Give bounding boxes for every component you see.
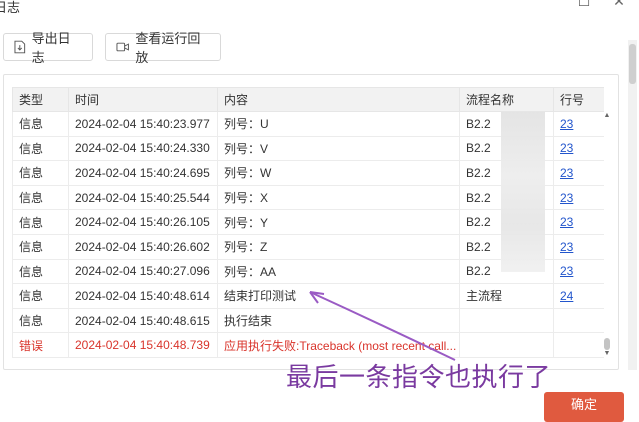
scroll-down-icon[interactable]: ▼ bbox=[603, 350, 611, 358]
cell-line-number bbox=[553, 307, 604, 334]
cell-line-number: 24 bbox=[553, 283, 604, 309]
cell-type: 信息 bbox=[12, 111, 69, 137]
view-replay-button[interactable]: 查看运行回放 bbox=[105, 31, 221, 65]
cell-type: 信息 bbox=[12, 160, 69, 186]
cell-type: 信息 bbox=[12, 184, 69, 211]
title-bar: 日志 ☐ ✕ bbox=[0, 0, 639, 18]
cell-content: 列号：V bbox=[217, 135, 460, 162]
header-type[interactable]: 类型 bbox=[12, 87, 69, 112]
line-number-link[interactable]: 23 bbox=[560, 117, 573, 131]
scrollbar-thumb[interactable] bbox=[604, 338, 610, 350]
cell-line-number: 23 bbox=[553, 209, 604, 235]
cell-flow-name: 主流程 bbox=[459, 283, 554, 309]
header-flow-name[interactable]: 流程名称 bbox=[459, 87, 554, 112]
export-log-button[interactable]: 导出日志 bbox=[3, 31, 93, 65]
scroll-up-icon[interactable]: ▲ bbox=[603, 112, 611, 120]
header-time[interactable]: 时间 bbox=[68, 87, 218, 112]
cell-type: 信息 bbox=[12, 233, 69, 260]
cell-line-number: 23 bbox=[553, 111, 604, 137]
video-camera-icon bbox=[116, 42, 129, 52]
cell-time: 2024-02-04 15:40:24.695 bbox=[68, 160, 218, 186]
line-number-link[interactable]: 23 bbox=[560, 141, 573, 155]
cell-line-number: 23 bbox=[553, 184, 604, 211]
cell-content: 列号：Z bbox=[217, 233, 460, 260]
cell-content: 列号：AA bbox=[217, 258, 460, 285]
cell-line-number: 23 bbox=[553, 233, 604, 260]
cell-time: 2024-02-04 15:40:48.739 bbox=[68, 332, 218, 358]
cell-content: 列号：W bbox=[217, 160, 460, 186]
export-log-label: 导出日志 bbox=[31, 31, 71, 65]
cell-line-number bbox=[553, 332, 604, 358]
annotation-arrow bbox=[309, 291, 456, 361]
cell-time: 2024-02-04 15:40:24.330 bbox=[68, 135, 218, 162]
view-replay-label: 查看运行回放 bbox=[135, 31, 201, 65]
cell-content: 列号：Y bbox=[217, 209, 460, 235]
cell-type: 信息 bbox=[12, 135, 69, 162]
cell-line-number: 23 bbox=[553, 160, 604, 186]
close-icon[interactable]: ✕ bbox=[612, 0, 626, 8]
annotation-text: 最后一条指令也执行了 bbox=[286, 362, 552, 392]
cell-time: 2024-02-04 15:40:25.544 bbox=[68, 184, 218, 211]
redacted-flow-names bbox=[501, 112, 545, 272]
cell-type: 信息 bbox=[12, 283, 69, 309]
cell-type: 信息 bbox=[12, 307, 69, 334]
cell-type: 信息 bbox=[12, 258, 69, 285]
maximize-icon[interactable]: ☐ bbox=[577, 0, 591, 8]
cell-flow-name bbox=[459, 332, 554, 358]
table-scrollbar[interactable]: ▲ ▼ bbox=[603, 112, 611, 358]
table-header-row: 类型 时间 内容 流程名称 行号 bbox=[12, 87, 604, 112]
cell-type: 错误 bbox=[12, 332, 69, 358]
cell-line-number: 23 bbox=[553, 258, 604, 285]
line-number-link[interactable]: 24 bbox=[560, 289, 573, 303]
cell-time: 2024-02-04 15:40:26.105 bbox=[68, 209, 218, 235]
confirm-button[interactable]: 确定 bbox=[544, 392, 624, 422]
cell-flow-name bbox=[459, 307, 554, 334]
cell-type: 信息 bbox=[12, 209, 69, 235]
dialog-scrollbar[interactable] bbox=[628, 40, 637, 370]
dialog-scrollbar-thumb[interactable] bbox=[629, 44, 636, 84]
line-number-link[interactable]: 23 bbox=[560, 264, 573, 278]
cell-time: 2024-02-04 15:40:27.096 bbox=[68, 258, 218, 285]
line-number-link[interactable]: 23 bbox=[560, 191, 573, 205]
line-number-link[interactable]: 23 bbox=[560, 166, 573, 180]
cell-time: 2024-02-04 15:40:23.977 bbox=[68, 111, 218, 137]
cell-content: 列号：U bbox=[217, 111, 460, 137]
cell-line-number: 23 bbox=[553, 135, 604, 162]
header-line-number[interactable]: 行号 bbox=[553, 87, 604, 112]
export-icon bbox=[14, 40, 26, 54]
cell-content: 列号：X bbox=[217, 184, 460, 211]
cell-time: 2024-02-04 15:40:48.614 bbox=[68, 283, 218, 309]
cell-time: 2024-02-04 15:40:26.602 bbox=[68, 233, 218, 260]
header-content[interactable]: 内容 bbox=[217, 87, 460, 112]
line-number-link[interactable]: 23 bbox=[560, 240, 573, 254]
cell-time: 2024-02-04 15:40:48.615 bbox=[68, 307, 218, 334]
window-title: 日志 bbox=[0, 0, 21, 15]
line-number-link[interactable]: 23 bbox=[560, 215, 573, 229]
